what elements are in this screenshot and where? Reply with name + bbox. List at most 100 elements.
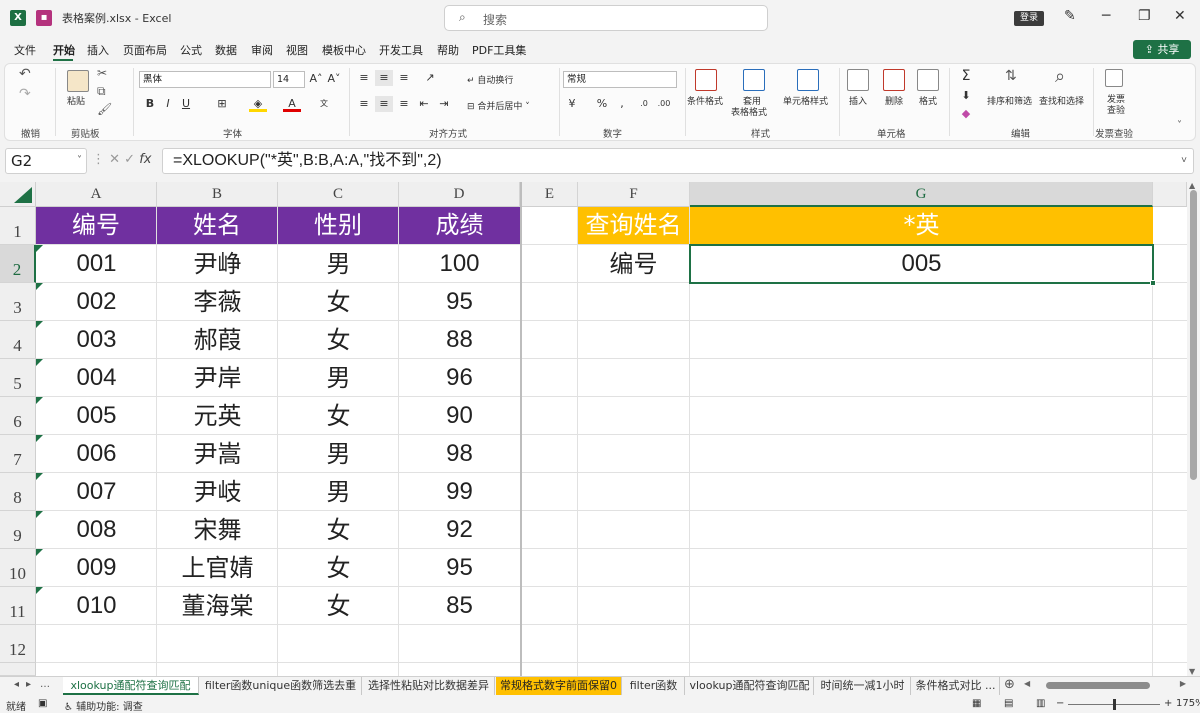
page-break-view-icon[interactable]: ▥	[1036, 698, 1045, 709]
sheet-tab-filter-unique[interactable]: filter函数unique函数筛选去重	[200, 677, 362, 695]
tab-next-icon[interactable]: ▸	[26, 679, 31, 690]
horizontal-scrollbar[interactable]: ◀ ▶	[1020, 679, 1188, 691]
tab-more-icon[interactable]: …	[40, 679, 50, 690]
table-cell-name[interactable]: 上官婧	[157, 549, 278, 586]
table-cell-gender[interactable]: 女	[278, 321, 399, 358]
align-bottom-icon[interactable]: ≡	[395, 70, 413, 86]
scroll-down-icon[interactable]: ▼	[1189, 667, 1195, 676]
scroll-up-icon[interactable]: ▲	[1189, 181, 1195, 190]
format-cells-icon[interactable]	[917, 69, 939, 91]
table-cell-score[interactable]: 99	[399, 473, 520, 510]
table-cell-score[interactable]: 95	[399, 549, 520, 586]
align-top-icon[interactable]: ≡	[355, 70, 373, 86]
table-cell-gender[interactable]: 男	[278, 473, 399, 510]
currency-icon[interactable]: ¥	[563, 96, 581, 112]
accessibility-status[interactable]: ♿ 辅助功能: 调查	[64, 698, 143, 713]
conditional-format-icon[interactable]	[695, 69, 717, 91]
table-cell-id[interactable]: 001	[36, 245, 157, 282]
column-header-a[interactable]: A	[36, 182, 157, 207]
select-all-corner[interactable]	[0, 182, 36, 207]
row-header-6[interactable]: 6	[0, 397, 36, 435]
table-cell-name[interactable]: 元英	[157, 397, 278, 434]
query-value-cell[interactable]: *英	[690, 207, 1153, 244]
table-cell-score[interactable]: 100	[399, 245, 520, 282]
table-cell-id[interactable]: 003	[36, 321, 157, 358]
row-header-4[interactable]: 4	[0, 321, 36, 359]
tab-home[interactable]: 开始	[53, 42, 75, 58]
invoice-check-icon[interactable]	[1105, 69, 1123, 87]
zoom-slider-knob[interactable]	[1113, 699, 1116, 710]
row-header-5[interactable]: 5	[0, 359, 36, 397]
row-header-13[interactable]	[0, 663, 36, 676]
table-header-id[interactable]: 编号	[36, 207, 157, 244]
table-cell-gender[interactable]: 男	[278, 435, 399, 472]
number-format-select[interactable]: 常规	[563, 71, 677, 88]
column-header-g[interactable]: G	[690, 182, 1153, 207]
table-cell-gender[interactable]: 女	[278, 397, 399, 434]
tab-page-layout[interactable]: 页面布局	[123, 42, 167, 58]
wrap-text-button[interactable]: ↵ 自动换行	[467, 73, 513, 86]
row-header-2[interactable]: 2	[0, 245, 36, 283]
table-cell-id[interactable]: 009	[36, 549, 157, 586]
table-cell-id[interactable]: 010	[36, 587, 157, 624]
zoom-in-icon[interactable]: +	[1164, 698, 1172, 709]
column-header-h[interactable]	[1153, 182, 1187, 207]
table-cell-score[interactable]: 96	[399, 359, 520, 396]
vertical-scroll-thumb[interactable]	[1190, 190, 1197, 480]
row-header-12[interactable]: 12	[0, 625, 36, 663]
find-select-icon[interactable]: ⌕	[1055, 66, 1065, 87]
comma-style-icon[interactable]: ,	[613, 96, 631, 112]
table-format-button-line2[interactable]: 表格格式	[731, 105, 767, 118]
border-icon[interactable]: ⊞	[213, 96, 231, 112]
table-cell-id[interactable]: 005	[36, 397, 157, 434]
sheet-tab-xlookup[interactable]: xlookup通配符查询匹配	[63, 677, 199, 695]
login-button[interactable]: 登录	[1014, 11, 1044, 26]
close-icon[interactable]: ✕	[1174, 8, 1186, 24]
copy-icon[interactable]: ⧉	[97, 84, 106, 99]
increase-font-icon[interactable]: A˄	[307, 71, 325, 87]
search-input[interactable]: ⌕ 搜索	[444, 5, 768, 31]
increase-decimal-icon[interactable]: .0	[635, 96, 653, 112]
vertical-scrollbar[interactable]: ▲ ▼	[1187, 181, 1200, 676]
table-cell-id[interactable]: 006	[36, 435, 157, 472]
paste-icon[interactable]	[67, 70, 89, 92]
minimize-icon[interactable]: ─	[1102, 8, 1110, 24]
tab-help[interactable]: 帮助	[437, 42, 459, 58]
collapse-ribbon-icon[interactable]: ˅	[1177, 120, 1182, 131]
font-size-select[interactable]: 14	[273, 71, 305, 88]
autosum-icon[interactable]: Σ	[957, 68, 975, 84]
phonetic-icon[interactable]: 文	[315, 96, 333, 112]
sheet-tab-leading-zero[interactable]: 常规格式数字前面保留0	[496, 677, 622, 695]
zoom-out-icon[interactable]: −	[1056, 698, 1064, 709]
horizontal-scroll-thumb[interactable]	[1046, 682, 1150, 689]
table-cell-id[interactable]: 008	[36, 511, 157, 548]
row-header-7[interactable]: 7	[0, 435, 36, 473]
chevron-down-icon[interactable]: ˅	[77, 149, 82, 173]
align-left-icon[interactable]: ≡	[355, 96, 373, 112]
sheet-tab-vlookup[interactable]: vlookup通配符查询匹配	[686, 677, 814, 695]
row-header-10[interactable]: 10	[0, 549, 36, 587]
fill-color-icon[interactable]: ◈	[249, 96, 267, 112]
table-cell-name[interactable]: 李薇	[157, 283, 278, 320]
scroll-right-icon[interactable]: ▶	[1180, 679, 1186, 688]
decrease-decimal-icon[interactable]: .00	[655, 96, 673, 112]
table-cell-gender[interactable]: 女	[278, 549, 399, 586]
row-header-3[interactable]: 3	[0, 283, 36, 321]
delete-cells-icon[interactable]	[883, 69, 905, 91]
pen-icon[interactable]: ✎	[1064, 8, 1076, 24]
increase-indent-icon[interactable]: ⇥	[435, 96, 453, 112]
page-layout-view-icon[interactable]: ▤	[1004, 698, 1013, 709]
table-cell-score[interactable]: 88	[399, 321, 520, 358]
table-cell-score[interactable]: 92	[399, 511, 520, 548]
query-label-cell[interactable]: 查询姓名	[578, 207, 689, 244]
invoice-check-line2[interactable]: 查验	[1107, 103, 1125, 116]
tab-template-center[interactable]: 模板中心	[322, 42, 366, 58]
expand-formula-icon[interactable]: ˅	[1181, 149, 1187, 173]
sheet-tab-time-minus[interactable]: 时间统一减1小时	[815, 677, 911, 695]
align-center-icon[interactable]: ≡	[375, 96, 393, 112]
cell-styles-icon[interactable]	[797, 69, 819, 91]
sort-filter-button[interactable]: 排序和筛选	[987, 94, 1032, 107]
cut-icon[interactable]: ✂	[97, 66, 107, 80]
table-format-icon[interactable]	[743, 69, 765, 91]
table-cell-gender[interactable]: 男	[278, 359, 399, 396]
